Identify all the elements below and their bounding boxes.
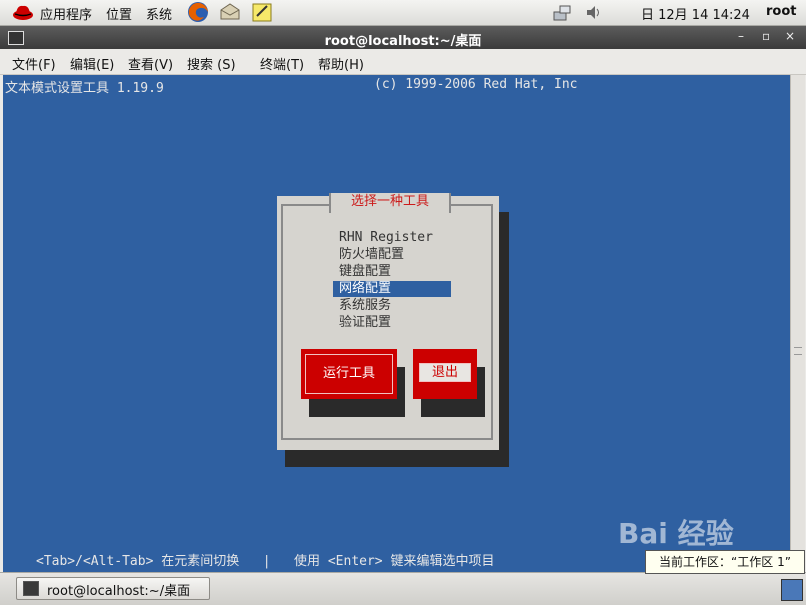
run-tool-label: 运行工具 bbox=[305, 354, 393, 394]
user-menu[interactable]: root bbox=[766, 4, 797, 19]
header-right: (c) 1999-2006 Red Hat, Inc bbox=[374, 77, 578, 92]
option-rhn-register[interactable]: RHN Register bbox=[339, 230, 451, 246]
minimize-button[interactable]: – bbox=[738, 29, 744, 43]
tool-select-dialog: 选择一种工具 RHN Register 防火墙配置 键盘配置 网络配置 系统服务… bbox=[277, 193, 499, 450]
top-panel: 应用程序 位置 系统 日 12月 14 14:24 root bbox=[0, 0, 806, 26]
maximize-button[interactable]: ▫ bbox=[762, 29, 770, 43]
terminal-window: root@localhost:~/桌面 – ▫ × 文件(F) 编辑(E) 查看… bbox=[0, 26, 806, 572]
option-keyboard[interactable]: 键盘配置 bbox=[339, 264, 451, 280]
terminal-scrollbar[interactable] bbox=[790, 75, 805, 572]
network-icon[interactable] bbox=[552, 4, 572, 21]
mail-icon[interactable] bbox=[218, 1, 242, 23]
option-network[interactable]: 网络配置 bbox=[333, 281, 451, 297]
menu-view[interactable]: 查看(V) bbox=[128, 54, 173, 73]
terminal-icon bbox=[23, 581, 39, 596]
workspace-switcher[interactable] bbox=[781, 579, 803, 601]
footer-hint: <Tab>/<Alt-Tab> 在元素间切换 | 使用 <Enter> 键来编辑… bbox=[36, 554, 495, 569]
redhat-logo-icon[interactable] bbox=[12, 3, 34, 21]
close-button[interactable]: × bbox=[785, 29, 795, 43]
bottom-panel: 当前工作区：“工作区 1” root@localhost:~/桌面 bbox=[0, 550, 806, 605]
baidu-watermark-logo: Bai 经验 bbox=[618, 517, 734, 550]
volume-icon[interactable] bbox=[584, 4, 604, 21]
header-left: 文本模式设置工具 1.19.9 bbox=[5, 81, 164, 96]
menu-terminal[interactable]: 终端(T) bbox=[260, 54, 304, 73]
menu-edit[interactable]: 编辑(E) bbox=[70, 54, 114, 73]
dialog-title: 选择一种工具 bbox=[329, 193, 451, 213]
menu-help[interactable]: 帮助(H) bbox=[318, 54, 364, 73]
option-firewall[interactable]: 防火墙配置 bbox=[339, 247, 451, 263]
window-titlebar[interactable]: root@localhost:~/桌面 – ▫ × bbox=[0, 26, 806, 49]
scrollbar-grip[interactable] bbox=[794, 347, 802, 355]
menubar: 文件(F) 编辑(E) 查看(V) 搜索 (S) 终端(T) 帮助(H) bbox=[0, 49, 806, 75]
places-menu[interactable]: 位置 bbox=[106, 4, 132, 23]
terminal-screen[interactable]: 文本模式设置工具 1.19.9 (c) 1999-2006 Red Hat, I… bbox=[3, 75, 790, 572]
window-title: root@localhost:~/桌面 bbox=[324, 34, 482, 49]
menu-file[interactable]: 文件(F) bbox=[12, 54, 56, 73]
firefox-icon[interactable] bbox=[186, 1, 210, 23]
applications-menu[interactable]: 应用程序 bbox=[40, 4, 92, 23]
option-services[interactable]: 系统服务 bbox=[339, 298, 451, 314]
note-editor-icon[interactable] bbox=[250, 1, 274, 23]
quit-label: 退出 bbox=[419, 363, 471, 382]
system-menu[interactable]: 系统 bbox=[146, 4, 172, 23]
quit-button[interactable]: 退出 bbox=[413, 349, 477, 399]
menu-search[interactable]: 搜索 (S) bbox=[187, 54, 236, 73]
workspace-tooltip: 当前工作区：“工作区 1” bbox=[645, 550, 805, 574]
taskbar-terminal-label: root@localhost:~/桌面 bbox=[47, 584, 191, 599]
taskbar-terminal-button[interactable]: root@localhost:~/桌面 bbox=[16, 577, 210, 600]
option-authentication[interactable]: 验证配置 bbox=[339, 315, 451, 331]
clock[interactable]: 日 12月 14 14:24 bbox=[641, 4, 750, 23]
run-tool-button[interactable]: 运行工具 bbox=[301, 349, 397, 399]
